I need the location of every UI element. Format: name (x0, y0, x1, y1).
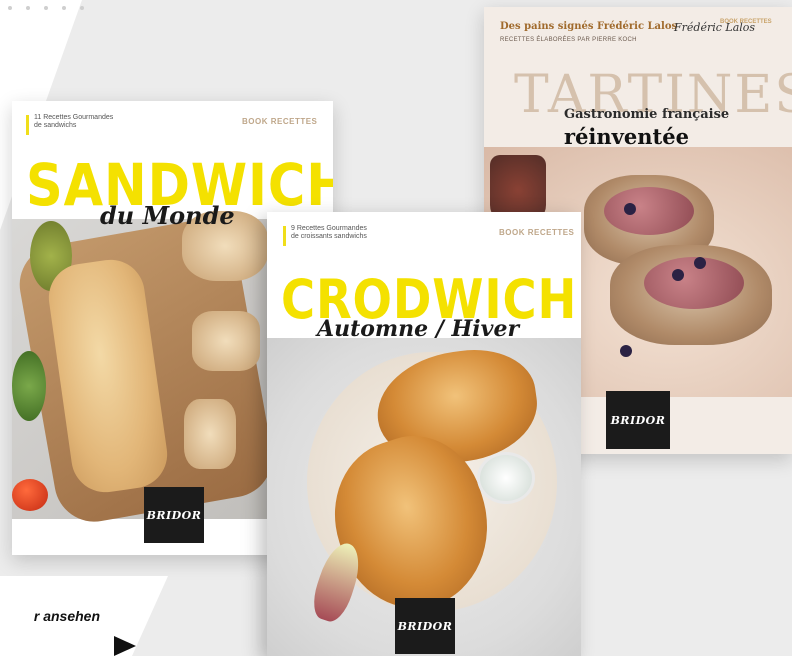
bridor-logo: BRIDOR (606, 391, 670, 449)
bridor-logo-text: BRIDOR (610, 413, 666, 427)
decorative-dots (8, 6, 84, 10)
berry-image (624, 203, 636, 215)
sandwich-piece-image (192, 311, 260, 371)
crodwich-recipe-count: 9 Recettes Gourmandes de croissants sand… (291, 225, 367, 241)
tomato-image (12, 479, 48, 511)
sandwich-subtitle: du Monde (100, 201, 235, 230)
sandwich-book-label: BOOK RECETTES (242, 117, 318, 126)
tartines-credit-line: RECETTES ÉLABORÉES PAR PIERRE KOCH (500, 37, 637, 43)
sandwich-recipe-count: 11 Recettes Gourmandes de sandwichs (34, 114, 114, 130)
bridor-logo: BRIDOR (395, 598, 455, 654)
bridor-logo-text: BRIDOR (397, 619, 453, 633)
crodwich-book-label: BOOK RECETTES (499, 228, 575, 237)
tartines-subtitle: Gastronomie française (564, 107, 730, 122)
meat-topping-image (604, 187, 694, 235)
greens-image (12, 351, 46, 421)
tartines-book-tag: BOOK RECETTES (720, 19, 772, 25)
accent-bar (26, 115, 29, 135)
view-link[interactable]: r ansehen (0, 608, 100, 624)
bridor-logo-text: BRIDOR (146, 508, 202, 522)
sandwich-piece-image (184, 399, 236, 469)
arrow-right-icon[interactable] (114, 636, 136, 656)
berry-image (694, 257, 706, 269)
tartines-subtitle-main: réinventée (564, 124, 689, 149)
dip-bowl-image (477, 452, 535, 504)
bridor-logo: BRIDOR (144, 487, 204, 543)
tartines-author-line: Des pains signés Frédéric Lalos (500, 21, 678, 32)
book-cover-crodwich[interactable]: 9 Recettes Gourmandes de croissants sand… (267, 212, 581, 656)
crodwich-subtitle: Automne / Hiver (317, 316, 520, 342)
berry-image (620, 345, 632, 357)
accent-bar (283, 226, 286, 246)
berry-image (672, 269, 684, 281)
